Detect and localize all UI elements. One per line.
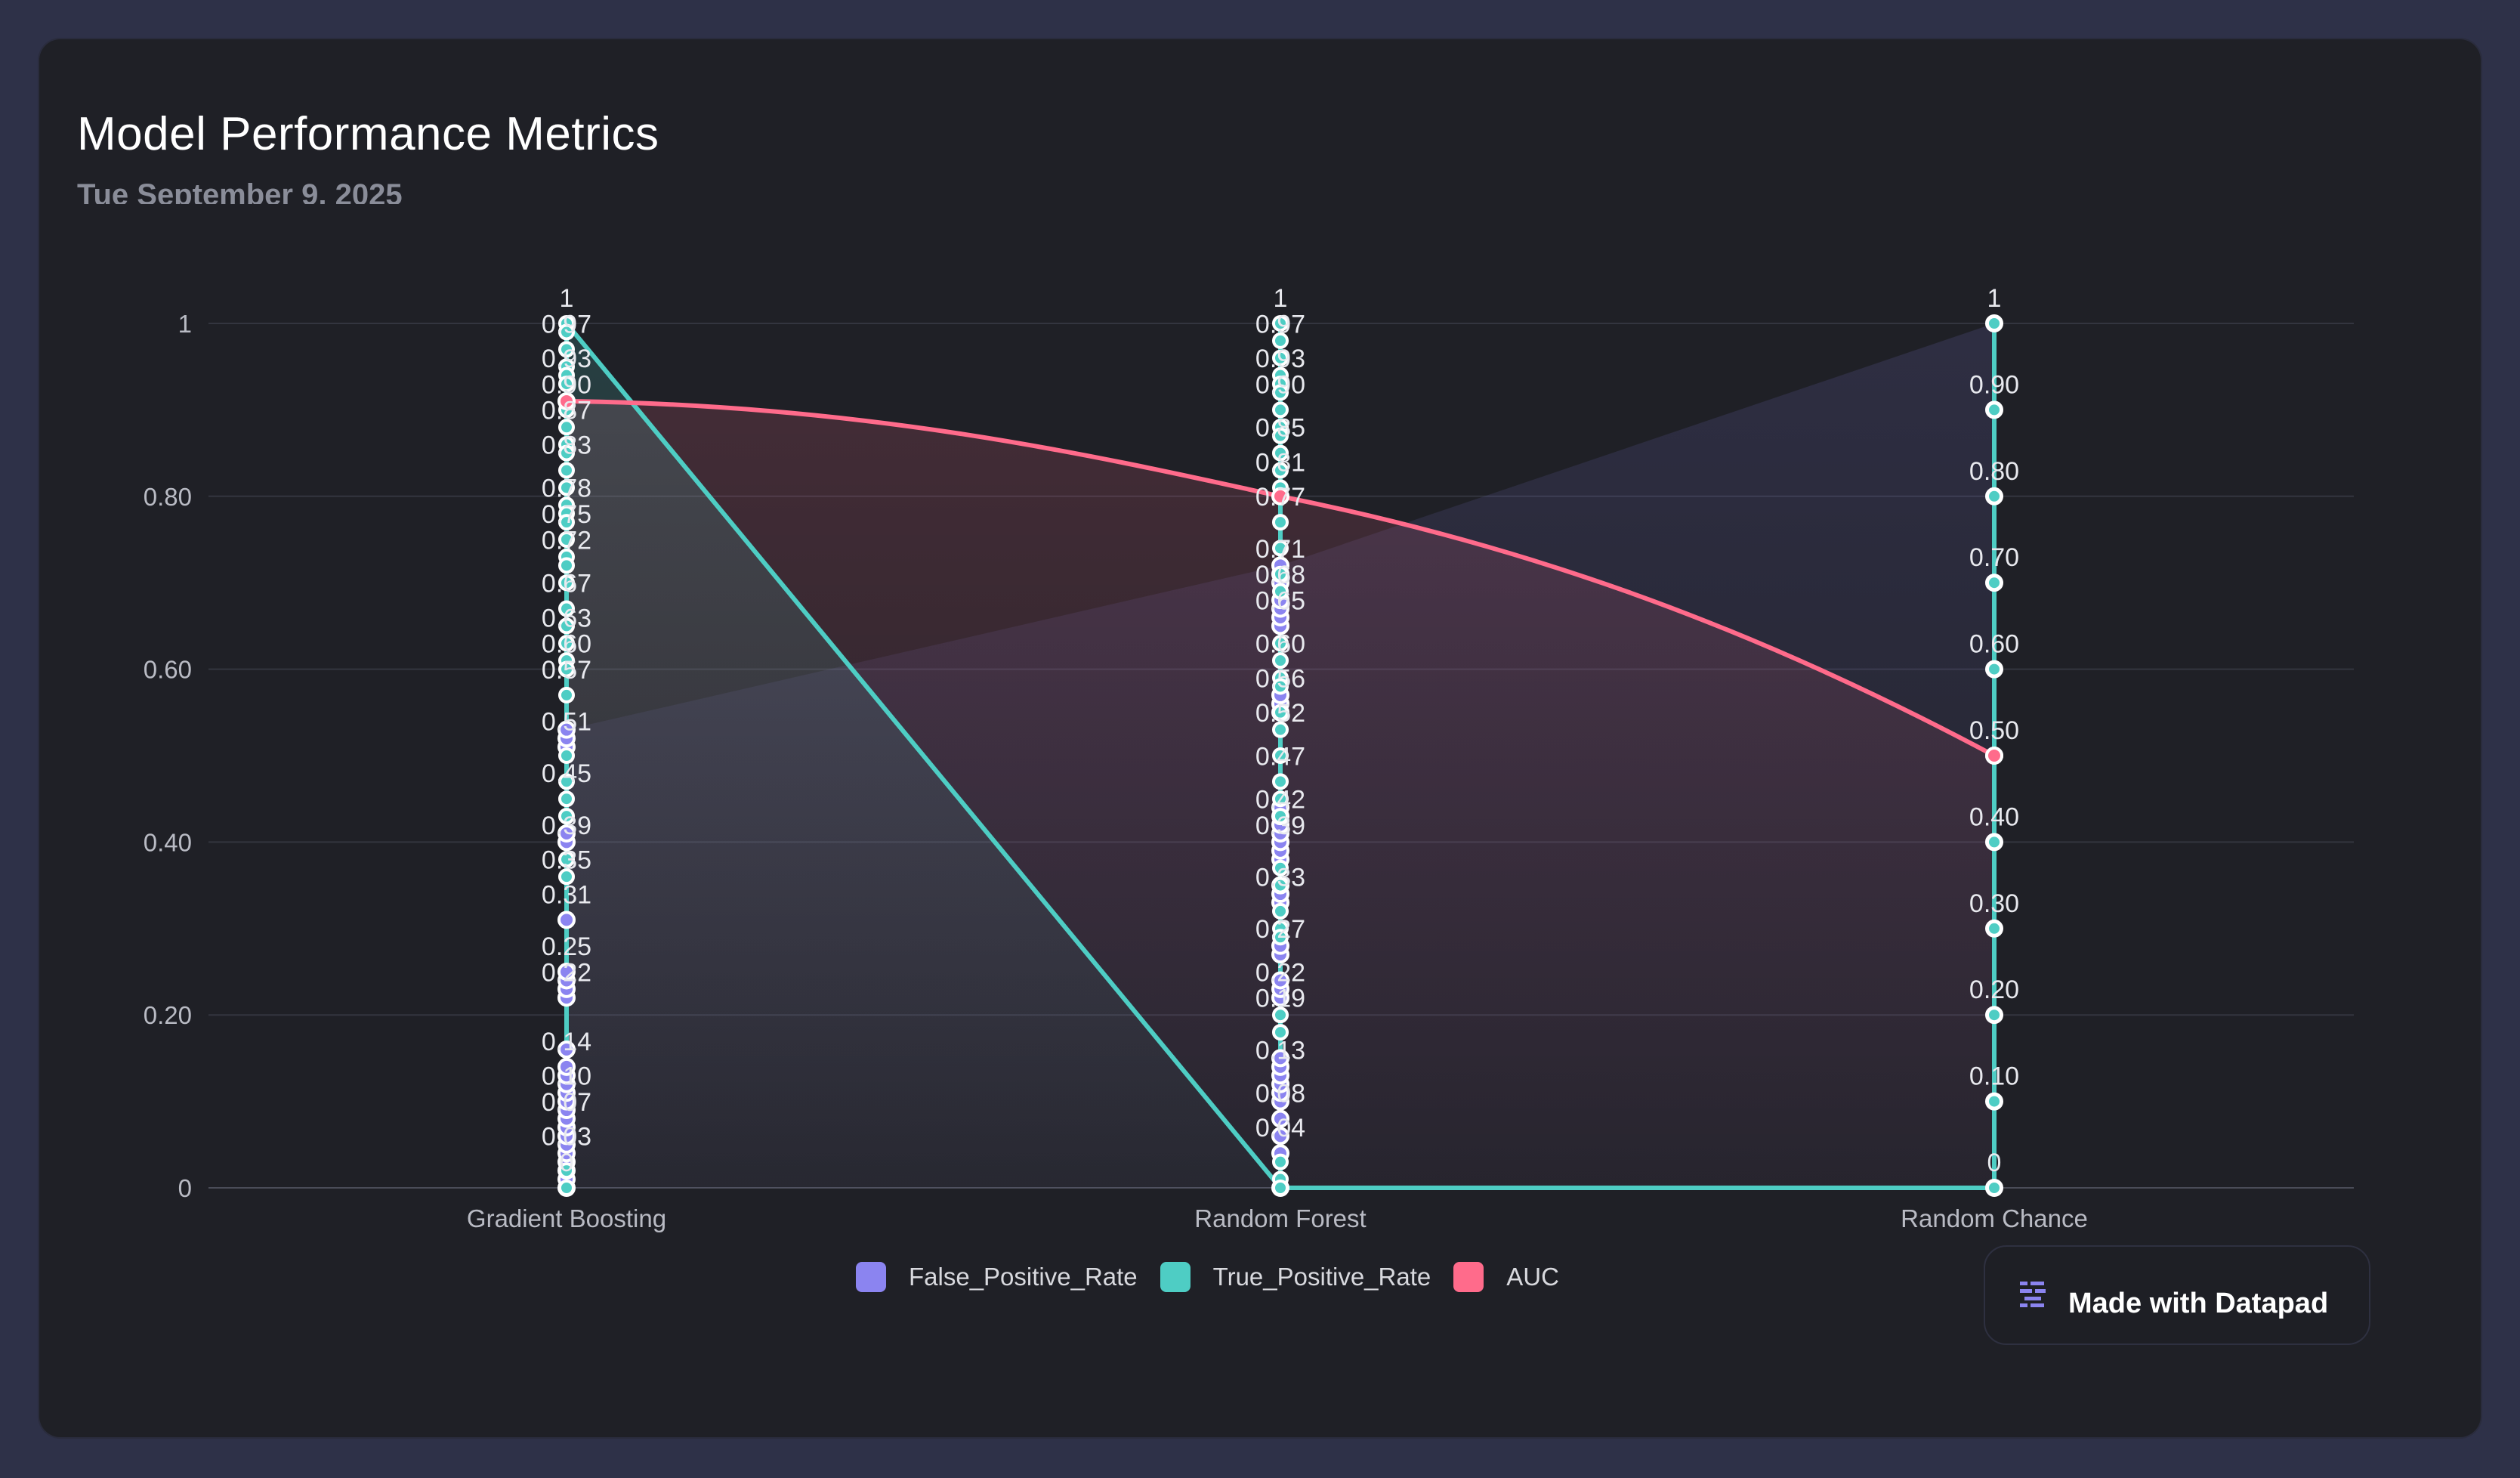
legend-swatch-auc (1453, 1262, 1484, 1292)
tpr-point (1986, 660, 2003, 678)
y-tick-label: 0.40 (144, 828, 192, 856)
y-tick-label: 0.20 (144, 1001, 192, 1029)
data-label: 0.27 (1255, 915, 1305, 944)
data-label: 0 (560, 1149, 574, 1177)
data-label: 0.03 (542, 1123, 591, 1152)
data-label: 0.20 (1969, 976, 2019, 1004)
y-tick-label: 0.80 (144, 483, 192, 511)
data-label: 0.04 (1255, 1114, 1305, 1143)
tpr-point (1272, 514, 1289, 531)
legend-item-auc[interactable]: AUC (1453, 1262, 1559, 1292)
data-label: 0.87 (542, 397, 591, 425)
data-label: 0.83 (542, 431, 591, 459)
data-label: 1 (1274, 284, 1288, 313)
data-label: 0.19 (1255, 985, 1305, 1013)
x-tick-label: Random Forest (1194, 1204, 1366, 1232)
data-label: 0 (1987, 1149, 2002, 1177)
data-label: 0.57 (542, 656, 591, 685)
data-label: 0.40 (1969, 802, 2019, 831)
data-label: 0.50 (1969, 716, 2019, 745)
data-label: 0.60 (1969, 630, 2019, 659)
data-label: 0.56 (1255, 664, 1305, 693)
legend-swatch-fpr (856, 1262, 886, 1292)
data-label: 0.65 (1255, 586, 1305, 615)
tpr-point (1986, 1006, 2003, 1024)
data-label: 0.47 (1255, 742, 1305, 771)
data-label: 0.71 (1255, 535, 1305, 564)
data-label: 0.81 (1255, 448, 1305, 477)
data-label: 0.08 (1255, 1079, 1305, 1108)
data-label: 0.22 (542, 958, 591, 987)
tpr-point (1986, 487, 2003, 505)
data-label: 0.75 (542, 500, 591, 529)
data-label: 0.10 (542, 1062, 591, 1091)
data-label: 0.39 (1255, 812, 1305, 840)
data-label: 0.90 (1969, 370, 2019, 399)
data-label: 0.35 (542, 846, 591, 875)
data-label: 0.13 (1255, 1036, 1305, 1065)
legend-item-fpr[interactable]: False_Positive_Rate (856, 1262, 1138, 1292)
data-label: 0.33 (1255, 863, 1305, 892)
y-tick-label: 1 (178, 310, 192, 338)
legend-item-tpr[interactable]: True_Positive_Rate (1160, 1262, 1431, 1292)
legend-label-auc: AUC (1506, 1263, 1559, 1291)
data-label: 0.45 (542, 759, 591, 788)
y-tick-label: 0.60 (144, 656, 192, 684)
tpr-point (1272, 1153, 1289, 1170)
y-tick-label: 0 (178, 1174, 192, 1202)
tpr-point (558, 686, 575, 703)
data-label: 0.14 (542, 1028, 591, 1056)
data-label: 0.78 (542, 475, 591, 503)
data-label: 0.93 (1255, 345, 1305, 373)
data-label: 0.10 (1969, 1062, 2019, 1091)
tpr-point (1986, 574, 2003, 592)
tpr-point (558, 1180, 575, 1196)
x-tick-label: Gradient Boosting (467, 1204, 666, 1232)
data-label: 0.90 (1255, 370, 1305, 399)
data-label: 1 (560, 284, 574, 313)
tpr-point (1986, 401, 2003, 419)
chart-legend: False_Positive_Rate True_Positive_Rate A… (856, 1262, 1582, 1292)
badge-label: Made with Datapad (2068, 1288, 2329, 1319)
tpr-point (1272, 1180, 1289, 1196)
data-label: 0.22 (1255, 958, 1305, 987)
fpr-point (557, 911, 576, 929)
data-label: 0.90 (542, 370, 591, 399)
tpr-point (558, 790, 575, 808)
legend-label-fpr: False_Positive_Rate (909, 1263, 1138, 1291)
data-label: 1 (1987, 284, 2002, 313)
data-label: 0.80 (1969, 457, 2019, 486)
data-label: 0.93 (542, 345, 591, 373)
data-label: 0.68 (1255, 561, 1305, 589)
x-tick-label: Random Chance (1901, 1204, 2088, 1232)
data-label: 0.70 (1969, 543, 2019, 572)
data-label: 0.25 (542, 932, 591, 961)
data-label: 0.63 (542, 604, 591, 632)
data-label: 0.85 (1255, 414, 1305, 443)
made-with-datapad-badge[interactable]: Made with Datapad (1984, 1245, 2370, 1345)
data-label: 0.31 (542, 880, 591, 909)
auc-point (1985, 747, 2003, 765)
data-label: 0.39 (542, 812, 591, 840)
data-label: 0.42 (1255, 786, 1305, 815)
legend-swatch-tpr (1160, 1262, 1191, 1292)
data-label: 0.30 (1969, 889, 2019, 918)
tpr-point (1986, 833, 2003, 851)
data-label: 0.97 (542, 310, 591, 339)
data-label: 0.77 (1255, 483, 1305, 512)
data-label: 0.51 (542, 708, 591, 737)
data-label: 0.67 (542, 570, 591, 598)
legend-label-tpr: True_Positive_Rate (1212, 1263, 1431, 1291)
tpr-point (1986, 1180, 2003, 1196)
datapad-logo-icon (2020, 1282, 2046, 1307)
tpr-point (1986, 1093, 2003, 1110)
data-label: 0.97 (1255, 310, 1305, 339)
tpr-point (1986, 920, 2003, 937)
data-label: 0.60 (1255, 630, 1305, 659)
data-label: 0.07 (542, 1088, 591, 1117)
data-label: 0.52 (1255, 699, 1305, 728)
data-label: 0.72 (542, 526, 591, 555)
tpr-point (1986, 315, 2003, 332)
data-label: 0.60 (542, 630, 591, 659)
